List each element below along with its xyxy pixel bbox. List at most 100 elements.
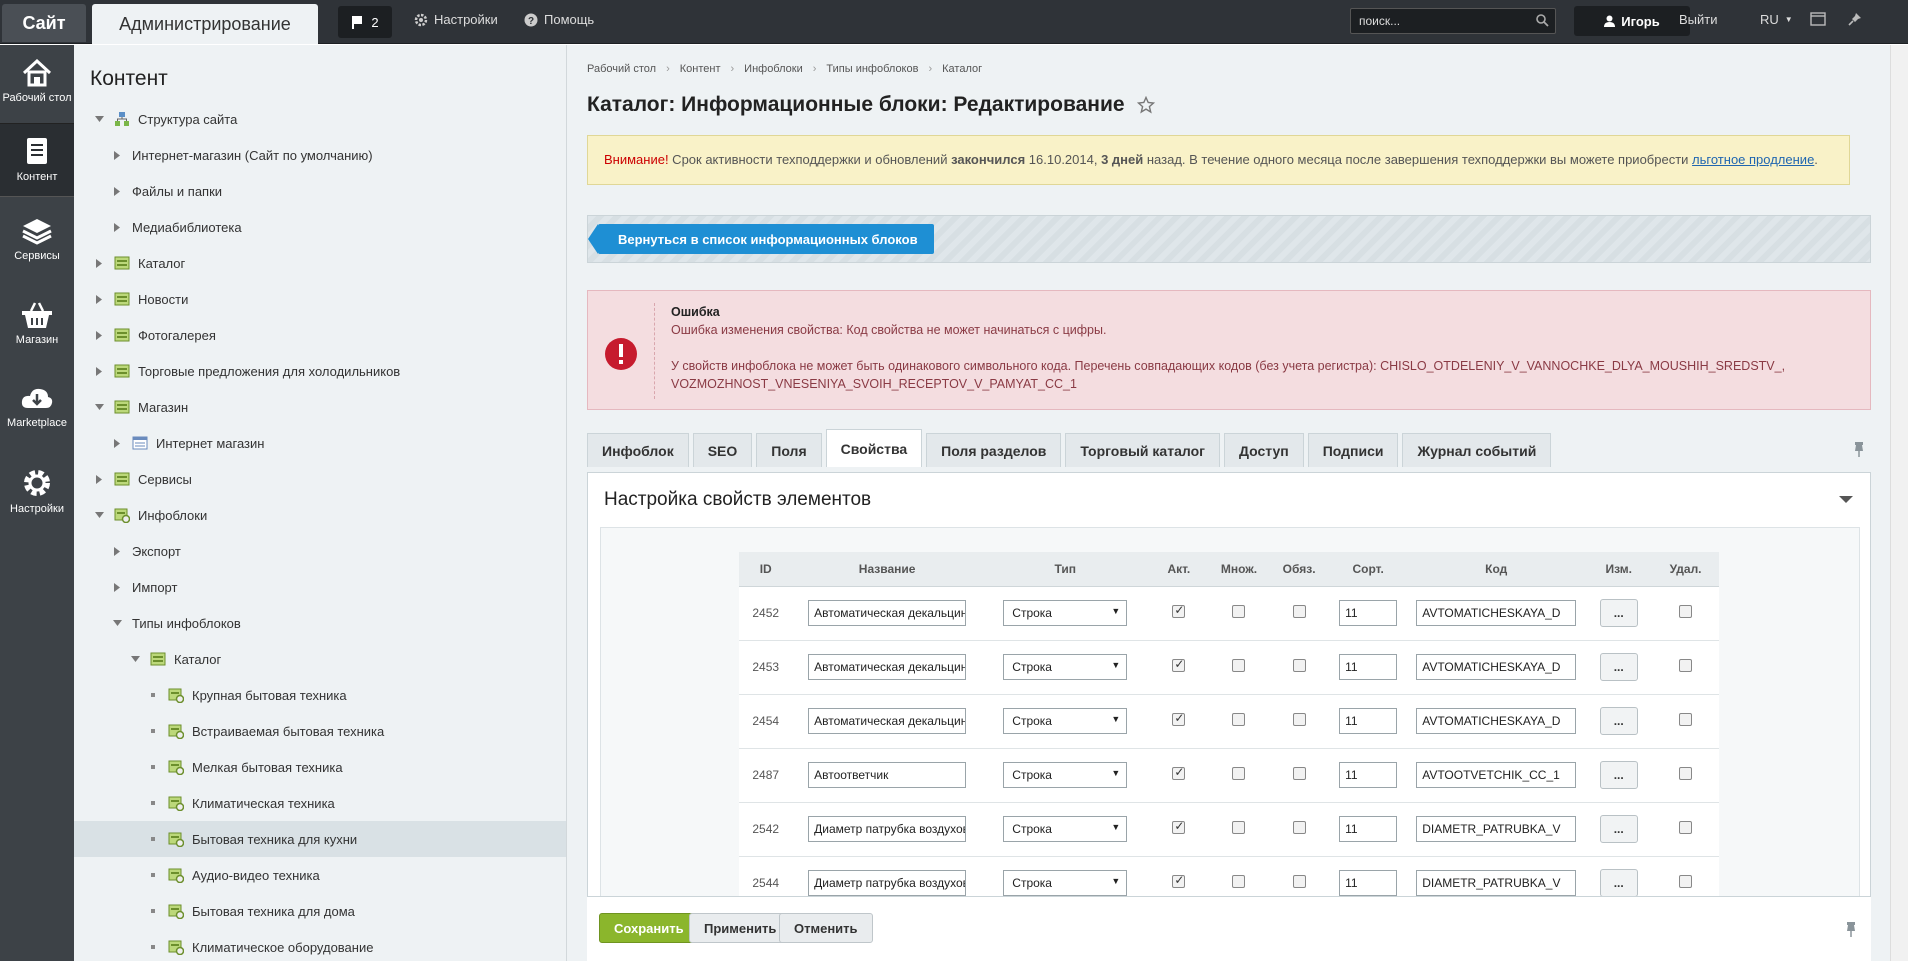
sort-input[interactable]: 11 bbox=[1339, 762, 1398, 788]
code-input[interactable]: DIAMETR_PATRUBKA_V bbox=[1416, 816, 1577, 842]
sort-input[interactable]: 11 bbox=[1339, 816, 1398, 842]
renewal-link[interactable]: льготное продление bbox=[1692, 152, 1814, 167]
required-checkbox[interactable] bbox=[1292, 767, 1306, 780]
edit-property-button[interactable]: ... bbox=[1599, 653, 1638, 681]
property-type-select[interactable]: Строка bbox=[1003, 654, 1128, 680]
multiple-checkbox[interactable] bbox=[1232, 767, 1246, 780]
cancel-button[interactable]: Отменить bbox=[779, 913, 873, 943]
settings-link[interactable]: Настройки bbox=[414, 12, 498, 27]
code-input[interactable]: AVTOMATICHESKAYA_D bbox=[1416, 600, 1577, 626]
site-tab[interactable]: Сайт bbox=[2, 4, 86, 42]
delete-checkbox[interactable] bbox=[1679, 821, 1693, 834]
admin-tab[interactable]: Администрирование bbox=[92, 4, 318, 44]
search-input[interactable]: поиск... bbox=[1350, 8, 1556, 34]
active-checkbox[interactable] bbox=[1172, 603, 1186, 618]
edit-property-button[interactable]: ... bbox=[1599, 707, 1638, 735]
chevron-right-icon[interactable] bbox=[94, 294, 104, 304]
tab-trade-catalog[interactable]: Торговый каталог bbox=[1065, 433, 1220, 467]
save-button[interactable]: Сохранить bbox=[599, 913, 699, 943]
multiple-checkbox[interactable] bbox=[1232, 659, 1246, 672]
chevron-right-icon[interactable] bbox=[112, 438, 122, 448]
sort-input[interactable]: 11 bbox=[1339, 654, 1398, 680]
property-name-input[interactable]: Автоматическая декальцинац bbox=[808, 708, 967, 734]
tree-item[interactable]: Типы инфоблоков bbox=[74, 605, 566, 641]
tab-fields[interactable]: Поля bbox=[756, 433, 822, 467]
tree-item[interactable]: Мелкая бытовая техника bbox=[74, 749, 566, 785]
chevron-down-icon[interactable] bbox=[94, 402, 104, 412]
logout-link[interactable]: Выйти bbox=[1679, 12, 1718, 27]
active-checkbox[interactable] bbox=[1172, 819, 1186, 834]
property-type-select[interactable]: Строка bbox=[1003, 816, 1128, 842]
property-name-input[interactable]: Диаметр патрубка воздуховод bbox=[808, 870, 967, 896]
tree-item[interactable]: Торговые предложения для холодильников bbox=[74, 353, 566, 389]
edit-property-button[interactable]: ... bbox=[1599, 761, 1638, 789]
chevron-right-icon[interactable] bbox=[112, 546, 122, 556]
chevron-right-icon[interactable] bbox=[112, 150, 122, 160]
sort-input[interactable]: 11 bbox=[1339, 870, 1398, 896]
code-input[interactable]: AVTOOTVETCHIK_CC_1 bbox=[1416, 762, 1577, 788]
tree-item[interactable]: Медиабиблиотека bbox=[74, 209, 566, 245]
apply-button[interactable]: Применить bbox=[689, 913, 792, 943]
property-name-input[interactable]: Автоматическая декальцинац bbox=[808, 654, 967, 680]
multiple-checkbox[interactable] bbox=[1232, 713, 1246, 726]
page-scrollbar[interactable] bbox=[1890, 45, 1908, 961]
tree-item[interactable]: Бытовая техника для дома bbox=[74, 893, 566, 929]
property-name-input[interactable]: Автоматическая декальцинац bbox=[808, 600, 967, 626]
chevron-right-icon[interactable] bbox=[94, 474, 104, 484]
tree-item[interactable]: Климатическое оборудование bbox=[74, 929, 566, 961]
chevron-down-icon[interactable] bbox=[94, 510, 104, 520]
tree-item[interactable]: Бытовая техника для кухни bbox=[74, 821, 566, 857]
multiple-checkbox[interactable] bbox=[1232, 875, 1246, 888]
tree-item[interactable]: Новости bbox=[74, 281, 566, 317]
tree-item[interactable]: Файлы и папки bbox=[74, 173, 566, 209]
chevron-down-icon[interactable] bbox=[112, 618, 122, 628]
help-link[interactable]: ? Помощь bbox=[524, 12, 594, 27]
code-input[interactable]: DIAMETR_PATRUBKA_V bbox=[1416, 870, 1577, 896]
breadcrumb-item[interactable]: Контент bbox=[680, 63, 721, 75]
chevron-down-icon[interactable] bbox=[94, 114, 104, 124]
delete-checkbox[interactable] bbox=[1679, 767, 1693, 780]
tree-item[interactable]: Экспорт bbox=[74, 533, 566, 569]
rail-item-content[interactable]: Контент bbox=[0, 123, 74, 197]
search-icon[interactable] bbox=[1536, 14, 1549, 27]
multiple-checkbox[interactable] bbox=[1232, 821, 1246, 834]
delete-checkbox[interactable] bbox=[1679, 875, 1693, 888]
chevron-right-icon[interactable] bbox=[112, 186, 122, 196]
property-type-select[interactable]: Строка bbox=[1003, 762, 1128, 788]
tree-item[interactable]: Инфоблоки bbox=[74, 497, 566, 533]
edit-property-button[interactable]: ... bbox=[1599, 869, 1638, 897]
required-checkbox[interactable] bbox=[1292, 713, 1306, 726]
rail-item-marketplace[interactable]: Marketplace bbox=[0, 371, 74, 445]
tree-item[interactable]: Фотогалерея bbox=[74, 317, 566, 353]
chevron-right-icon[interactable] bbox=[112, 582, 122, 592]
active-checkbox[interactable] bbox=[1172, 657, 1186, 672]
tree-item[interactable]: Интернет-магазин (Сайт по умолчанию) bbox=[74, 137, 566, 173]
notifications-button[interactable]: 2 bbox=[338, 6, 392, 38]
tab-captions[interactable]: Подписи bbox=[1307, 433, 1399, 467]
property-type-select[interactable]: Строка bbox=[1003, 870, 1128, 896]
property-name-input[interactable]: Диаметр патрубка воздуховод bbox=[808, 816, 967, 842]
chevron-down-icon[interactable] bbox=[130, 654, 140, 664]
chevron-right-icon[interactable] bbox=[94, 366, 104, 376]
edit-property-button[interactable]: ... bbox=[1599, 599, 1638, 627]
tab-event-log[interactable]: Журнал событий bbox=[1402, 433, 1552, 467]
pin-icon[interactable] bbox=[1853, 441, 1865, 457]
tree-item[interactable]: Встраиваемая бытовая техника bbox=[74, 713, 566, 749]
tree-item[interactable]: Сервисы bbox=[74, 461, 566, 497]
tab-infoblock[interactable]: Инфоблок bbox=[587, 433, 689, 467]
sort-input[interactable]: 11 bbox=[1339, 708, 1398, 734]
breadcrumb-item[interactable]: Рабочий стол bbox=[587, 63, 656, 75]
tab-properties[interactable]: Свойства bbox=[825, 429, 923, 467]
breadcrumb-item[interactable]: Типы инфоблоков bbox=[826, 63, 918, 75]
active-checkbox[interactable] bbox=[1172, 873, 1186, 888]
delete-checkbox[interactable] bbox=[1679, 659, 1693, 672]
tree-item[interactable]: Магазин bbox=[74, 389, 566, 425]
breadcrumb-item[interactable]: Каталог bbox=[942, 63, 982, 75]
tree-item[interactable]: Интернет магазин bbox=[74, 425, 566, 461]
language-select[interactable]: RU ▼ bbox=[1760, 12, 1793, 27]
pin-icon[interactable] bbox=[1848, 12, 1862, 29]
property-type-select[interactable]: Строка bbox=[1003, 600, 1128, 626]
chevron-right-icon[interactable] bbox=[94, 330, 104, 340]
user-button[interactable]: Игорь bbox=[1574, 6, 1690, 36]
tree-item[interactable]: Аудио-видео техника bbox=[74, 857, 566, 893]
